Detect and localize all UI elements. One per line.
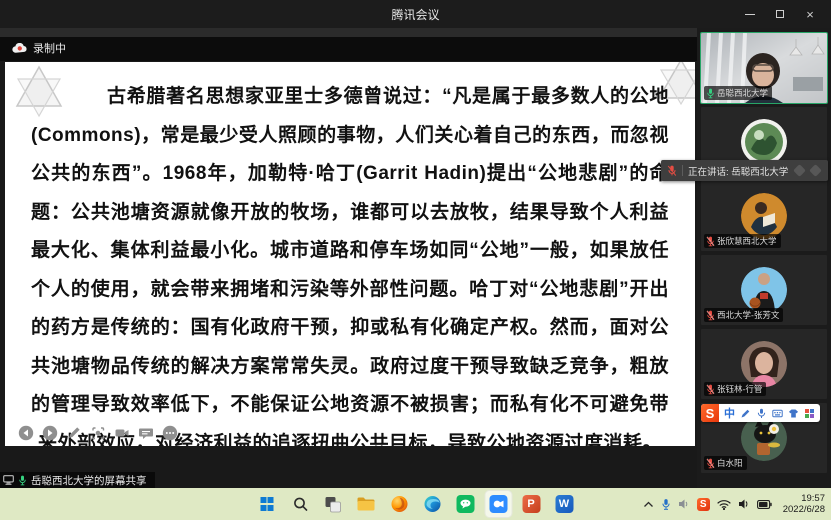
firefox-icon (390, 495, 408, 513)
wifi-icon[interactable] (717, 499, 731, 510)
sogou-tray-icon[interactable]: S (697, 498, 710, 511)
share-banner-label: 岳聪西北大学的屏幕共享 (31, 473, 147, 488)
participant-tile[interactable]: 西北大学-张芳文 (701, 255, 827, 325)
battery-icon[interactable] (757, 500, 772, 509)
mic-on-icon (18, 475, 27, 486)
participant-tile[interactable]: 岳聪西北大学 (701, 33, 827, 103)
close-button[interactable]: × (795, 0, 825, 28)
participant-name-badge: 张欣慧西北大学 (704, 234, 781, 248)
screen-share-banner: 岳聪西北大学的屏幕共享 (0, 472, 155, 488)
minimize-icon (745, 14, 755, 15)
tencent-meeting-button[interactable] (484, 490, 512, 518)
next-slide-button[interactable] (42, 425, 58, 441)
previous-slide-button[interactable] (18, 425, 34, 441)
document-paragraph: 古希腊著名思想家亚里士多德曾说过：“凡是属于最多数人的公地(Commons)，常… (31, 78, 669, 446)
firefox-button[interactable] (385, 490, 413, 518)
task-view-icon (325, 496, 342, 513)
search-button[interactable] (286, 490, 314, 518)
taskbar-clock[interactable]: 19:57 2022/6/28 (783, 493, 825, 515)
recording-strip (0, 37, 697, 61)
language-mode-toggle[interactable]: 中 (724, 405, 735, 421)
start-button[interactable] (253, 490, 281, 518)
clock-date: 2022/6/28 (783, 504, 825, 515)
windows-taskbar: P W S 19:57 2022/6/28 (0, 488, 831, 520)
word-icon: W (555, 495, 573, 513)
participant-name-badge: 岳聪西北大学 (704, 86, 772, 100)
audio-device-icon[interactable] (678, 498, 690, 510)
sogou-logo[interactable]: S (701, 404, 719, 422)
camera-icon[interactable] (114, 425, 130, 441)
powerpoint-icon: P (522, 495, 540, 513)
speaking-toast-label: 正在讲话: 岳聪西北大学 (688, 164, 788, 178)
divider (682, 165, 683, 176)
handwriting-pen-icon[interactable] (740, 408, 751, 419)
mic-muted-icon (667, 165, 677, 177)
powerpoint-button[interactable]: P (517, 490, 545, 518)
titlebar: 腾讯会议 × (0, 0, 831, 28)
edge-icon (423, 495, 441, 513)
volume-icon[interactable] (738, 498, 750, 510)
participant-name-badge: 白水阳 (704, 456, 747, 470)
raise-hand-dim-icon (793, 164, 806, 177)
skin-tshirt-icon[interactable] (788, 408, 799, 419)
mic-muted-icon (706, 384, 715, 395)
tencent-meeting-window: 腾讯会议 × 录制中 古希腊著名思想家亚里 (0, 0, 831, 520)
hidden-icons-chevron[interactable] (643, 501, 654, 508)
more-options-icon[interactable] (162, 425, 178, 441)
participant-name-badge: 西北大学-张芳文 (704, 308, 783, 322)
laser-pointer-icon[interactable] (90, 425, 106, 441)
recording-indicator: 录制中 (12, 40, 66, 56)
minimize-button[interactable] (735, 0, 765, 28)
speaking-toast: 正在讲话: 岳聪西北大学 (661, 160, 828, 181)
word-button[interactable]: W (550, 490, 578, 518)
raise-hand-dim-icon (809, 164, 822, 177)
maximize-icon (776, 10, 784, 18)
voice-input-icon[interactable] (756, 408, 767, 419)
participant-avatar (741, 341, 787, 387)
system-tray: S 19:57 2022/6/28 (643, 488, 825, 520)
toolbox-grid-icon[interactable] (804, 408, 815, 419)
recording-cloud-icon (12, 43, 27, 54)
wechat-button[interactable] (451, 490, 479, 518)
tencent-meeting-icon (489, 495, 507, 513)
screen-share-stage: 录制中 古希腊著名思想家亚里士多德曾说过：“凡是属于最多数人的公地(Common… (0, 28, 697, 488)
chat-icon[interactable] (138, 425, 154, 441)
participant-tile[interactable]: 张欣慧西北大学 (701, 181, 827, 251)
task-view-button[interactable] (319, 490, 347, 518)
wechat-icon (456, 495, 474, 513)
shared-document: 古希腊著名思想家亚里士多德曾说过：“凡是属于最多数人的公地(Commons)，常… (5, 62, 695, 446)
folder-icon (357, 496, 376, 512)
edge-button[interactable] (418, 490, 446, 518)
file-explorer-button[interactable] (352, 490, 380, 518)
participant-name: 岳聪西北大学 (717, 87, 768, 99)
participant-name: 白水阳 (717, 457, 743, 469)
participant-avatar (741, 193, 787, 239)
mic-on-icon (706, 88, 715, 99)
clock-time: 19:57 (801, 493, 825, 504)
participant-name: 西北大学-张芳文 (717, 309, 779, 321)
search-icon (292, 496, 308, 512)
window-title: 腾讯会议 (391, 6, 439, 23)
participant-name: 张欣慧西北大学 (717, 235, 777, 247)
soft-keyboard-icon[interactable] (772, 408, 783, 419)
pen-annotate-icon[interactable] (66, 425, 82, 441)
tray-mic-icon[interactable] (661, 498, 671, 511)
recording-label: 录制中 (33, 40, 66, 56)
stage-top-strip (0, 28, 697, 37)
taskbar-center: P W (253, 490, 578, 518)
mic-muted-icon (706, 458, 715, 469)
window-controls: × (735, 0, 825, 28)
participant-avatar (741, 119, 787, 165)
participant-name: 张钰林-行管 (717, 383, 762, 395)
maximize-button[interactable] (765, 0, 795, 28)
participant-avatar (741, 267, 787, 313)
mic-muted-icon (706, 310, 715, 321)
participant-name-badge: 张钰林-行管 (704, 382, 766, 396)
windows-logo-icon (260, 497, 274, 511)
sogou-input-toolbar[interactable]: S 中 (701, 404, 820, 422)
mic-muted-icon (706, 236, 715, 247)
participant-tile[interactable]: 张钰林-行管 (701, 329, 827, 399)
presentation-toolbar (18, 425, 178, 441)
monitor-icon (3, 475, 14, 485)
